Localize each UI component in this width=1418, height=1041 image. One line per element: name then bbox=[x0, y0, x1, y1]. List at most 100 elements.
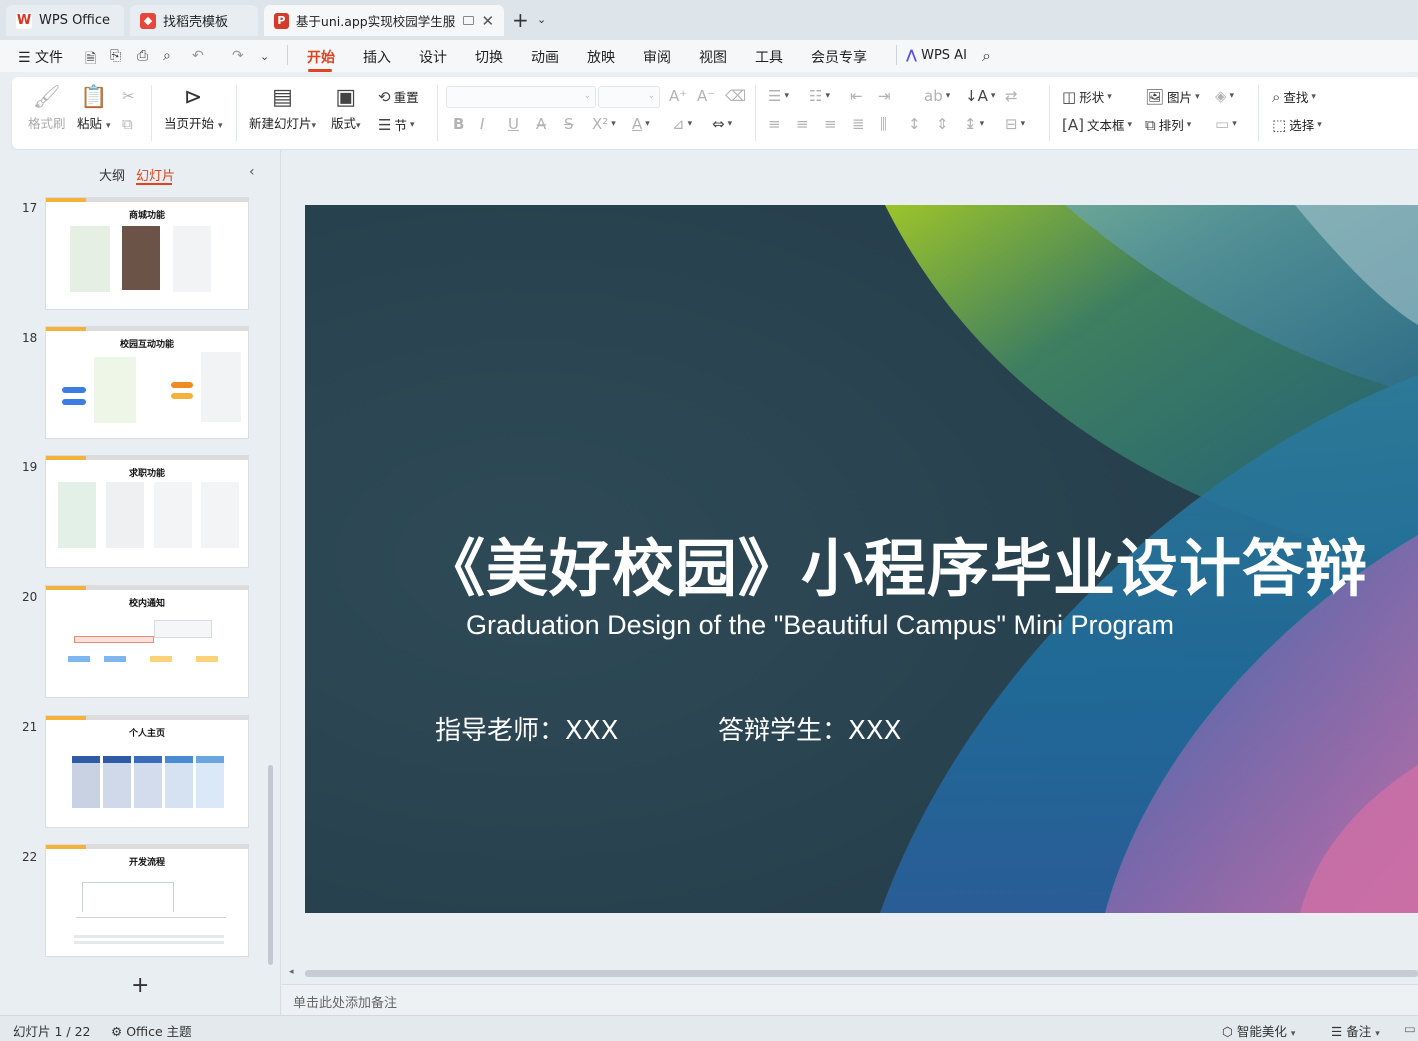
copy-button[interactable]: ⧉ bbox=[122, 115, 133, 133]
close-tab-icon[interactable]: ✕ bbox=[481, 12, 494, 30]
tab-slides[interactable]: 幻灯片 bbox=[136, 165, 175, 184]
convert-button[interactable]: ⇄ bbox=[1005, 87, 1018, 105]
align-left-button[interactable]: ≡ bbox=[768, 115, 781, 133]
smart-beautify-button[interactable]: ⬡ 智能美化 ▾ bbox=[1222, 1021, 1295, 1040]
quick-access-more-icon[interactable]: ⌄ bbox=[260, 50, 269, 63]
italic-button[interactable]: I bbox=[480, 115, 484, 133]
save-icon[interactable]: 🗎 bbox=[85, 48, 96, 72]
select-button[interactable]: ⬚ 选择 ▾ bbox=[1272, 115, 1322, 134]
shape-button[interactable]: ◫ 形状 ▾ bbox=[1062, 87, 1112, 106]
highlight-button[interactable]: ⊿ ▾ bbox=[672, 115, 692, 133]
tab-docer[interactable]: ◆ 找稻壳模板 bbox=[130, 5, 258, 36]
text-align-button[interactable]: ⊟ ▾ bbox=[1005, 115, 1025, 133]
bold-button[interactable]: B bbox=[453, 115, 464, 133]
slide-thumbnail-20[interactable]: 校内通知 bbox=[46, 586, 248, 697]
chevron-down-icon[interactable]: ⌄ bbox=[537, 13, 546, 26]
cut-button[interactable]: ✂ bbox=[122, 87, 135, 105]
decrease-font-button[interactable]: A⁻ bbox=[697, 87, 715, 105]
print-icon[interactable]: ⎙ bbox=[137, 48, 148, 64]
find-button[interactable]: ⌕ 查找 ▾ bbox=[1272, 87, 1316, 106]
slide-thumbnail-22[interactable]: 开发流程 bbox=[46, 845, 248, 956]
line-spacing-button[interactable]: ↕ bbox=[908, 115, 921, 133]
char-spacing-button[interactable]: ⇔ ▾ bbox=[712, 115, 732, 133]
advisor-text[interactable]: 指导老师：XXX bbox=[435, 710, 618, 747]
text-direction-button[interactable]: ↓A ▾ bbox=[965, 87, 995, 105]
font-color-button[interactable]: A ▾ bbox=[632, 115, 650, 133]
menu-insert[interactable]: 插入 bbox=[363, 47, 391, 67]
reset-button[interactable]: ⟲ 重置 bbox=[378, 87, 419, 106]
horizontal-scrollbar[interactable] bbox=[305, 970, 1418, 977]
numbering-button[interactable]: ☷ ▾ bbox=[809, 87, 830, 105]
menu-animation[interactable]: 动画 bbox=[531, 47, 559, 67]
menu-design[interactable]: 设计 bbox=[419, 47, 447, 67]
window-icon[interactable] bbox=[463, 16, 475, 25]
tab-outline[interactable]: 大纲 bbox=[99, 165, 125, 184]
start-from-current-button[interactable]: ⊳ 当页开始 ▾ bbox=[164, 83, 223, 132]
new-slide-button[interactable]: ▤ 新建幻灯片▾ bbox=[249, 83, 316, 132]
arrange-button[interactable]: ⧉ 排列 ▾ bbox=[1145, 115, 1191, 134]
indent-icon: ⇥ bbox=[878, 87, 891, 105]
redo-icon[interactable]: ↷ bbox=[232, 48, 244, 64]
menu-member[interactable]: 会员专享 bbox=[811, 47, 867, 67]
slide-canvas[interactable]: 《美好校园》小程序毕业设计答辩 Graduation Design of the… bbox=[305, 205, 1418, 913]
distribute-button[interactable]: ⫼ bbox=[880, 115, 887, 133]
student-text[interactable]: 答辩学生：XXX bbox=[718, 710, 901, 747]
new-tab-icon[interactable]: + bbox=[512, 8, 529, 32]
align-center-button[interactable]: ≡ bbox=[796, 115, 809, 133]
thumbnail-title: 求职功能 bbox=[128, 469, 165, 479]
open-icon[interactable]: ⎘ bbox=[110, 48, 121, 64]
outline-button[interactable]: ▭ ▾ bbox=[1215, 115, 1237, 133]
superscript-button[interactable]: X² ▾ bbox=[592, 115, 616, 133]
increase-indent-button[interactable]: ⇥ bbox=[878, 87, 891, 105]
add-slide-button[interactable]: + bbox=[131, 973, 149, 998]
increase-font-button[interactable]: A⁺ bbox=[669, 87, 687, 105]
paste-button[interactable]: 📋 粘贴 ▾ bbox=[77, 83, 111, 132]
wps-ai-button[interactable]: ⋀ WPS AI bbox=[906, 48, 967, 63]
undo-icon[interactable]: ↶ bbox=[192, 48, 204, 64]
menu-transition[interactable]: 切换 bbox=[475, 47, 503, 67]
theme-button[interactable]: ⚙ Office 主题 bbox=[111, 1021, 192, 1040]
fill-button[interactable]: ◈ ▾ bbox=[1215, 87, 1234, 105]
panel-scrollbar[interactable] bbox=[268, 765, 273, 965]
justify-button[interactable]: ≣ bbox=[852, 115, 865, 133]
slide-thumbnail-17[interactable]: 商城功能 bbox=[46, 198, 248, 309]
format-painter-button[interactable]: 🖌 格式刷 bbox=[28, 83, 66, 132]
notes-pane[interactable]: 单击此处添加备注 bbox=[282, 984, 1418, 1015]
notes-toggle-button[interactable]: ☰ 备注 ▾ bbox=[1331, 1021, 1380, 1040]
slide-thumbnail-18[interactable]: 校园互动功能 bbox=[46, 327, 248, 438]
layout-button[interactable]: ▣ 版式▾ bbox=[331, 83, 361, 132]
underline-button[interactable]: U bbox=[508, 115, 519, 133]
textbox-button[interactable]: [A] 文本框 ▾ bbox=[1062, 115, 1132, 134]
print-preview-icon[interactable]: ⌕ bbox=[163, 48, 171, 64]
text-effect-button[interactable]: ab ▾ bbox=[924, 87, 950, 105]
text-effect-icon: ab bbox=[924, 87, 943, 105]
tab-wps-office[interactable]: W WPS Office bbox=[6, 5, 124, 36]
slide-thumbnail-21[interactable]: 个人主页 bbox=[46, 716, 248, 827]
search-icon[interactable]: ⌕ bbox=[982, 46, 991, 66]
bullets-button[interactable]: ☰ ▾ bbox=[768, 87, 789, 105]
para-spacing-button[interactable]: ⇕ bbox=[936, 115, 949, 133]
clear-format-button[interactable]: ⌫ bbox=[725, 87, 746, 105]
align-right-button[interactable]: ≡ bbox=[824, 115, 837, 133]
menu-home[interactable]: 开始 bbox=[307, 47, 335, 67]
slide-title[interactable]: 《美好校园》小程序毕业设计答辩 bbox=[423, 518, 1368, 608]
slide-thumbnail-19[interactable]: 求职功能 bbox=[46, 456, 248, 567]
shadow-button[interactable]: S bbox=[564, 115, 574, 133]
slide-subtitle[interactable]: Graduation Design of the "Beautiful Camp… bbox=[466, 610, 1174, 641]
tab-presentation[interactable]: P 基于uni.app实现校园学生服务 ✕ bbox=[264, 5, 504, 36]
menu-view[interactable]: 视图 bbox=[699, 47, 727, 67]
strikethrough-button[interactable]: A̶ bbox=[536, 115, 546, 133]
file-menu[interactable]: ☰ 文件 bbox=[18, 47, 63, 67]
menu-slideshow[interactable]: 放映 bbox=[587, 47, 615, 67]
scroll-left-icon[interactable]: ◂ bbox=[289, 967, 294, 977]
font-family-select[interactable]: ⌄ bbox=[446, 86, 596, 108]
picture-button[interactable]: 🖼 图片 ▾ bbox=[1145, 87, 1200, 106]
decrease-indent-button[interactable]: ⇤ bbox=[850, 87, 863, 105]
menu-review[interactable]: 审阅 bbox=[643, 47, 671, 67]
collapse-panel-icon[interactable]: ‹ bbox=[249, 164, 255, 180]
section-button[interactable]: ☰ 节 ▾ bbox=[378, 115, 415, 134]
columns-button[interactable]: ↨ ▾ bbox=[964, 115, 984, 133]
font-size-select[interactable]: ⌄ bbox=[598, 86, 660, 108]
view-normal-icon[interactable]: ▭ bbox=[1404, 1021, 1416, 1036]
menu-tools[interactable]: 工具 bbox=[755, 47, 783, 67]
